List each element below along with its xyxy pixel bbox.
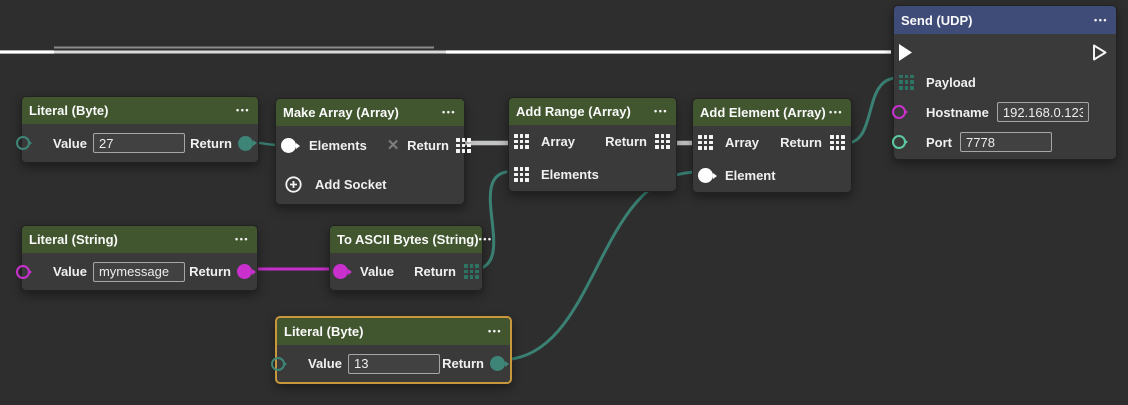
- node-menu-button[interactable]: •••: [442, 108, 456, 117]
- node-make-array[interactable]: Make Array (Array) ••• Elements ✕ Return…: [275, 98, 465, 205]
- elements-row: Elements ✕ Return: [276, 126, 464, 165]
- value-label: Value: [53, 136, 87, 151]
- byte-array-output-port-icon[interactable]: [464, 264, 479, 279]
- return-label: Return: [442, 356, 484, 371]
- add-socket-label[interactable]: Add Socket: [315, 177, 387, 192]
- array-output-port-icon[interactable]: [655, 134, 670, 149]
- value-input[interactable]: [93, 262, 185, 282]
- return-label: Return: [189, 264, 231, 279]
- string-input-port-icon[interactable]: [16, 265, 30, 279]
- elements-row: Elements: [509, 158, 676, 191]
- node-header[interactable]: Add Element (Array) •••: [693, 99, 851, 126]
- byte-input-port-icon[interactable]: [16, 136, 30, 150]
- node-title: Literal (Byte): [284, 324, 363, 339]
- node-add-element[interactable]: Add Element (Array) ••• Array Return Ele…: [692, 98, 852, 193]
- hostname-row: Hostname: [894, 97, 1116, 127]
- node-title: Make Array (Array): [283, 105, 399, 120]
- trigger-row: [894, 37, 1116, 67]
- hostname-input[interactable]: [997, 102, 1089, 122]
- node-title: Add Element (Array): [700, 105, 826, 120]
- element-input-port-icon[interactable]: [281, 138, 296, 153]
- wire-add-element-to-send-payload[interactable]: [846, 78, 897, 143]
- payload-row: Payload: [894, 67, 1116, 97]
- value-input[interactable]: [93, 133, 185, 153]
- return-label: Return: [190, 136, 232, 151]
- array-row: Array Return: [693, 126, 851, 159]
- byte-input-port-icon[interactable]: [271, 357, 285, 371]
- node-literal-string[interactable]: Literal (String) ••• Value Return: [21, 225, 258, 291]
- return-label: Return: [780, 135, 822, 150]
- add-socket-icon[interactable]: [285, 176, 302, 193]
- node-add-range[interactable]: Add Range (Array) ••• Array Return Eleme…: [508, 97, 677, 192]
- node-header[interactable]: Make Array (Array) •••: [276, 99, 464, 126]
- node-menu-button[interactable]: •••: [235, 235, 249, 244]
- remove-socket-icon[interactable]: ✕: [387, 138, 400, 153]
- value-row: Value Return: [22, 253, 257, 290]
- elements-input-port-icon[interactable]: [514, 167, 529, 182]
- node-header[interactable]: Literal (Byte) •••: [22, 97, 258, 124]
- node-title: To ASCII Bytes (String): [337, 232, 479, 247]
- node-title: Literal (String): [29, 232, 118, 247]
- node-header[interactable]: Literal (Byte) •••: [277, 318, 510, 345]
- node-header[interactable]: To ASCII Bytes (String) •••: [330, 226, 482, 253]
- element-input-port-icon[interactable]: [698, 168, 713, 183]
- value-label: Value: [308, 356, 342, 371]
- byte-output-port-icon[interactable]: [490, 356, 505, 371]
- return-label: Return: [605, 134, 647, 149]
- string-input-port-icon[interactable]: [333, 264, 348, 279]
- array-row: Array Return: [509, 125, 676, 158]
- array-input-port-icon[interactable]: [698, 135, 713, 150]
- node-header[interactable]: Literal (String) •••: [22, 226, 257, 253]
- hostname-input-port-icon[interactable]: [892, 105, 906, 119]
- wire-literal-byte-13-to-add-element[interactable]: [500, 172, 698, 360]
- hostname-label: Hostname: [926, 105, 989, 120]
- add-socket-row[interactable]: Add Socket: [276, 165, 464, 204]
- node-menu-button[interactable]: •••: [236, 106, 250, 115]
- return-label: Return: [414, 264, 456, 279]
- element-label: Element: [725, 168, 776, 183]
- string-output-port-icon[interactable]: [237, 264, 252, 279]
- node-menu-button[interactable]: •••: [829, 108, 843, 117]
- node-to-ascii-bytes[interactable]: To ASCII Bytes (String) ••• Value Return: [329, 225, 483, 291]
- value-label: Value: [53, 264, 87, 279]
- array-output-port-icon[interactable]: [456, 138, 471, 153]
- array-output-port-icon[interactable]: [830, 135, 845, 150]
- port-input-port-icon[interactable]: [892, 135, 906, 149]
- node-title: Add Range (Array): [516, 104, 631, 119]
- node-editor-canvas[interactable]: Literal (Byte) ••• Value Return Make Arr…: [0, 0, 1128, 405]
- node-literal-byte-1[interactable]: Literal (Byte) ••• Value Return: [21, 96, 259, 163]
- value-input[interactable]: [348, 354, 440, 374]
- node-menu-button[interactable]: •••: [1094, 16, 1108, 25]
- array-label: Array: [541, 134, 575, 149]
- node-title: Send (UDP): [901, 13, 973, 28]
- value-row: Value Return: [330, 253, 482, 290]
- node-header[interactable]: Add Range (Array) •••: [509, 98, 676, 125]
- value-row: Value Return: [22, 124, 258, 162]
- port-label: Port: [926, 135, 952, 150]
- node-send-udp[interactable]: Send (UDP) ••• Payload Hostname: [893, 5, 1117, 160]
- node-title: Literal (Byte): [29, 103, 108, 118]
- node-menu-button[interactable]: •••: [654, 107, 668, 116]
- value-label: Value: [360, 264, 394, 279]
- elements-label: Elements: [541, 167, 599, 182]
- value-row: Value Return: [277, 345, 510, 382]
- byte-output-port-icon[interactable]: [238, 136, 253, 151]
- node-menu-button[interactable]: •••: [488, 327, 502, 336]
- trigger-input-icon[interactable]: [898, 43, 913, 62]
- payload-input-port-icon[interactable]: [899, 75, 914, 90]
- array-input-port-icon[interactable]: [514, 134, 529, 149]
- node-menu-button[interactable]: •••: [479, 235, 493, 244]
- port-row: Port: [894, 127, 1116, 157]
- element-row: Element: [693, 159, 851, 192]
- node-literal-byte-2[interactable]: Literal (Byte) ••• Value Return: [275, 316, 512, 384]
- return-label: Return: [407, 138, 449, 153]
- array-label: Array: [725, 135, 759, 150]
- node-header[interactable]: Send (UDP) •••: [894, 6, 1116, 34]
- trigger-output-icon[interactable]: [1092, 43, 1108, 62]
- elements-label: Elements: [309, 138, 367, 153]
- port-input[interactable]: [960, 132, 1052, 152]
- payload-label: Payload: [926, 75, 976, 90]
